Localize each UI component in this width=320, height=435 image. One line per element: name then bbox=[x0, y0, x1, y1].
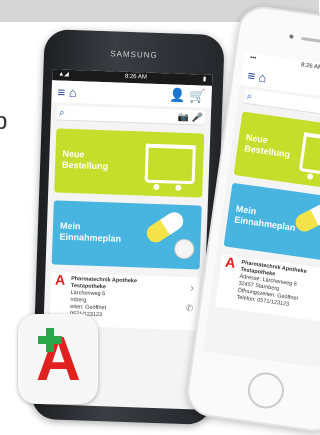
new-order-tile[interactable]: Neue Bestellung bbox=[54, 128, 205, 198]
status-signal: ▲◢ bbox=[58, 71, 69, 78]
search-input[interactable]: ⌕ 📷 🎤 bbox=[56, 105, 206, 126]
new-order-tile[interactable]: Neue Bestellung bbox=[233, 111, 320, 192]
cart-icon[interactable]: 🛒 bbox=[189, 88, 206, 105]
apotheke-logo-icon: A bbox=[224, 253, 237, 271]
menu-icon[interactable]: ≡ ⌂ bbox=[57, 84, 77, 100]
shopping-cart-icon bbox=[298, 132, 320, 178]
menu-icon[interactable]: ≡ ⌂ bbox=[247, 67, 268, 85]
home-button[interactable] bbox=[245, 370, 287, 411]
status-signal: ••• bbox=[249, 55, 257, 62]
pharmacy-card[interactable]: A Pharmatechnik Apotheke Testapotheke Ad… bbox=[215, 253, 320, 324]
mic-icon[interactable]: 🎤 bbox=[191, 112, 203, 122]
status-time: 8:26 AM bbox=[124, 73, 147, 81]
user-icon[interactable]: 👤 bbox=[169, 87, 186, 104]
camera-icon[interactable]: 📷 bbox=[178, 111, 190, 121]
search-icon: ⌕ bbox=[245, 90, 254, 103]
shopping-cart-icon bbox=[144, 143, 196, 185]
status-battery: ▮ bbox=[202, 76, 207, 83]
camera-lens bbox=[289, 34, 294, 39]
capsule-icon bbox=[292, 200, 320, 235]
speaker-grill bbox=[301, 36, 320, 44]
apotheke-logo-icon: A bbox=[54, 271, 66, 288]
tile-line2: Bestellung bbox=[61, 159, 109, 172]
phone-brand: SAMSUNG bbox=[110, 49, 158, 60]
tablet-icon bbox=[173, 238, 195, 260]
tile-line2: Einnahmeplan bbox=[59, 231, 122, 244]
search-icon: ⌕ bbox=[58, 107, 65, 119]
intake-plan-tile[interactable]: Mein Einnahmeplan bbox=[223, 182, 320, 264]
green-cross-icon bbox=[38, 328, 62, 352]
chevron-right-icon[interactable]: › bbox=[190, 282, 194, 294]
app-icon[interactable]: A bbox=[18, 314, 98, 404]
headline-fragment: p bbox=[0, 108, 8, 135]
phone-icon[interactable]: ✆ bbox=[185, 303, 193, 313]
intake-plan-tile[interactable]: Mein Einnahmeplan bbox=[51, 200, 202, 270]
app-navbar: ≡ ⌂ 👤 🛒 bbox=[51, 80, 212, 108]
